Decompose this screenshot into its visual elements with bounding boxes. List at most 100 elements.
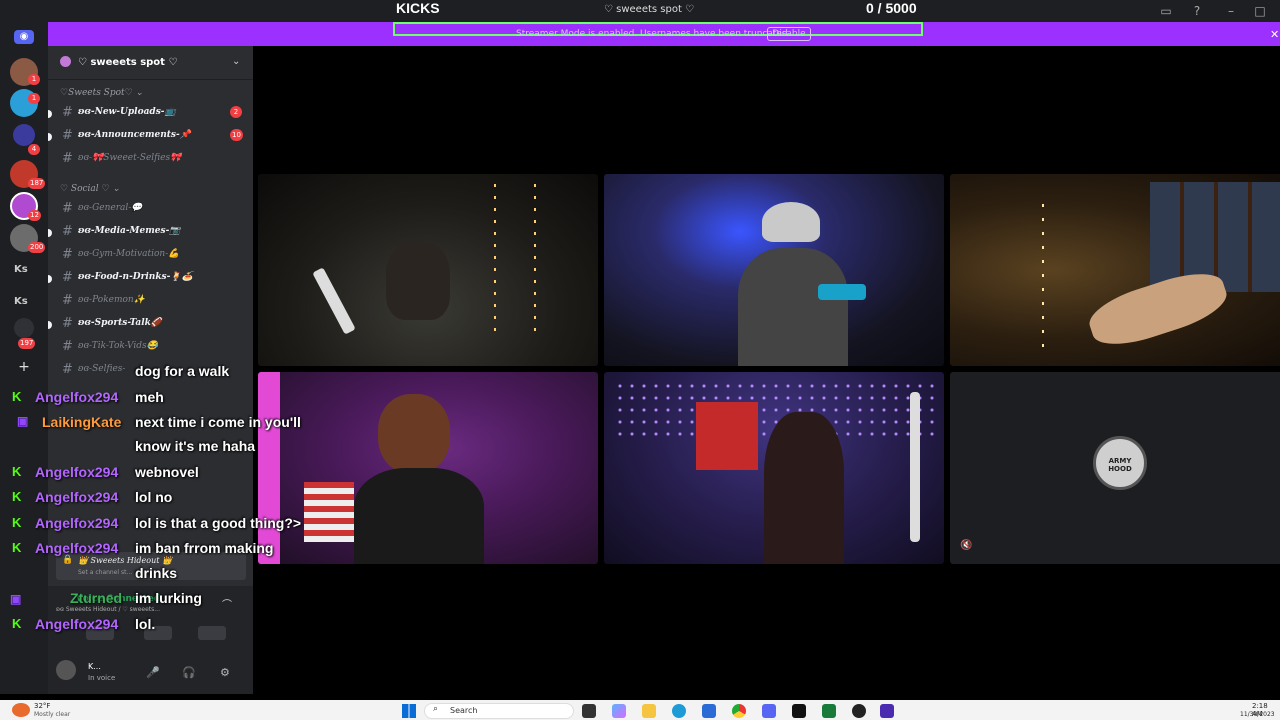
- chat-message: im lurking: [135, 590, 202, 606]
- copilot-icon[interactable]: [612, 704, 626, 718]
- weather-temperature: 32°F: [34, 702, 51, 710]
- chevron-down-icon[interactable]: ⌄: [232, 56, 240, 67]
- add-server-icon[interactable]: +: [16, 359, 32, 375]
- minimize-icon[interactable]: –: [1224, 4, 1238, 18]
- muted-icon: 🔇: [960, 540, 973, 551]
- server-badge: 197: [18, 338, 36, 349]
- store-icon[interactable]: [702, 704, 716, 718]
- unread-indicator: [48, 133, 52, 141]
- weather-description: Mostly clear: [34, 711, 71, 718]
- disconnect-icon[interactable]: ⌒: [222, 596, 232, 611]
- category-social[interactable]: ♡ Social ♡ ⌄: [60, 184, 120, 194]
- channel-name: ʚɞ-Sports-Talk🏈: [78, 318, 163, 328]
- kick-icon: K: [12, 464, 22, 479]
- channel-announcements[interactable]: # ʚɞ-Announcements-📌 10: [48, 127, 245, 145]
- channel-food-n-drinks[interactable]: # ʚɞ-Food-n-Drinks-🍹🍝: [48, 269, 245, 287]
- category-sweets-spot[interactable]: ♡Sweets Spot♡ ⌄: [60, 88, 143, 98]
- chat-username: Angelfox294: [35, 540, 119, 556]
- microphone-icon[interactable]: 🎤: [146, 666, 160, 679]
- channel-sports-talk[interactable]: # ʚɞ-Sports-Talk🏈: [48, 315, 245, 333]
- server-header[interactable]: ♡ sweeets spot ♡ ⌄: [48, 46, 253, 80]
- edge-icon[interactable]: [672, 704, 686, 718]
- file-explorer-icon[interactable]: [642, 704, 656, 718]
- channel-name: ʚɞ-Gym-Motivation-💪: [78, 249, 180, 259]
- hash-icon: #: [62, 270, 73, 285]
- close-banner-icon[interactable]: ✕: [1270, 28, 1279, 41]
- chat-message: webnovel: [135, 464, 199, 480]
- kick-icon: K: [12, 616, 22, 631]
- kicks-counter: 0 / 5000: [866, 0, 917, 16]
- unread-indicator: [48, 110, 52, 118]
- string-lights: [494, 184, 496, 334]
- channel-sweeet-selfies[interactable]: # ʚɞ-🎀Sweeet-Selfies🎀: [60, 150, 245, 168]
- server-badge: 1: [28, 93, 40, 104]
- video-tile-6[interactable]: ARMY HOOD 🔇: [950, 372, 1280, 564]
- activity-button[interactable]: [198, 626, 226, 640]
- obs-icon[interactable]: [852, 704, 866, 718]
- video-tile-5[interactable]: [604, 372, 944, 564]
- mention-badge: 2: [230, 106, 242, 118]
- video-tile-3[interactable]: [950, 174, 1280, 366]
- mention-badge: 10: [230, 129, 243, 141]
- chat-username: Angelfox294: [35, 389, 119, 405]
- channel-name: ʚɞ-🎀Sweeet-Selfies🎀: [78, 153, 182, 163]
- string-lights: [534, 184, 536, 334]
- voice-channel-status: Set a channel st...: [78, 569, 133, 576]
- maximize-icon[interactable]: □: [1253, 4, 1267, 18]
- server-icon-3[interactable]: [13, 124, 35, 146]
- video-tile-4[interactable]: [258, 372, 598, 564]
- video-tile-2[interactable]: [604, 174, 944, 366]
- channel-gym-motivation[interactable]: # ʚɞ-Gym-Motivation-💪: [60, 246, 245, 264]
- inbox-icon[interactable]: ▭: [1159, 4, 1173, 18]
- discord-icon[interactable]: [762, 704, 776, 718]
- streamer-mode-text: Streamer Mode is enabled. Usernames have…: [516, 29, 791, 39]
- music-app-icon[interactable]: [880, 704, 894, 718]
- video-tile-1[interactable]: [258, 174, 598, 366]
- server-text-icon[interactable]: Ks: [14, 296, 28, 307]
- user-status: In voice: [88, 674, 116, 682]
- xbox-icon[interactable]: [822, 704, 836, 718]
- server-icon-7[interactable]: [14, 318, 34, 338]
- army-hood-logo: ARMY HOOD: [1093, 436, 1147, 490]
- gear-icon[interactable]: ⚙: [220, 666, 230, 679]
- server-badge: 187: [28, 178, 46, 189]
- discord-home-icon[interactable]: ◉: [14, 30, 34, 44]
- channel-general[interactable]: # ʚɞ-General-💬: [60, 200, 245, 218]
- capture-app-icon[interactable]: [792, 704, 806, 718]
- clock-date: 11/30/2023: [1240, 711, 1275, 718]
- headset-icon[interactable]: 🎧: [182, 666, 196, 679]
- search-input[interactable]: Search: [450, 706, 477, 715]
- streamer-silhouette: [386, 242, 450, 320]
- chat-message: lol is that a good thing?>: [135, 515, 302, 531]
- channel-name: ʚɞ-General-💬: [78, 203, 143, 213]
- taskbar: [0, 700, 1280, 720]
- hash-icon: #: [62, 316, 73, 331]
- server-text-icon[interactable]: Ks: [14, 264, 28, 275]
- disable-streamer-mode-button[interactable]: Disable: [767, 27, 811, 41]
- channel-tik-tok-vids[interactable]: # ʚɞ-Tik-Tok-Vids😂: [60, 338, 245, 356]
- unread-indicator: [48, 229, 52, 237]
- weather-icon[interactable]: [12, 703, 30, 717]
- voice-path: ʚɞ Sweeets Hideout / ♡ sweeets...: [56, 606, 160, 613]
- chrome-icon[interactable]: [732, 704, 746, 718]
- channel-name: ʚɞ-Selfies-: [78, 364, 126, 374]
- lock-icon: 🔒: [62, 555, 74, 565]
- channel-new-uploads[interactable]: # ʚɞ-New-Uploads-📺 2: [48, 104, 245, 122]
- search-box[interactable]: [424, 703, 574, 719]
- channel-media-memes[interactable]: # ʚɞ-Media-Memes-📷: [48, 223, 245, 241]
- kick-icon: K: [12, 540, 22, 555]
- streamer-silhouette: [764, 412, 844, 564]
- chat-username: Angelfox294: [35, 464, 119, 480]
- channel-name: ʚɞ-Announcements-📌: [78, 130, 191, 140]
- help-icon[interactable]: ?: [1190, 4, 1204, 18]
- voice-channel-name: 👑 Sweeets Hideout 👑: [78, 556, 172, 565]
- window-title: ♡ sweeets spot ♡: [604, 4, 695, 15]
- server-name: ♡ sweeets spot ♡: [78, 57, 178, 68]
- task-view-icon[interactable]: [582, 704, 596, 718]
- server-badge: 12: [28, 210, 41, 221]
- start-menu-icon[interactable]: [402, 704, 416, 718]
- avatar[interactable]: [56, 660, 76, 680]
- chat-message: lol no: [135, 489, 173, 505]
- channel-pokemon[interactable]: # ʚɞ-Pokemon✨: [60, 292, 245, 310]
- chat-message: dog for a walk: [135, 363, 230, 379]
